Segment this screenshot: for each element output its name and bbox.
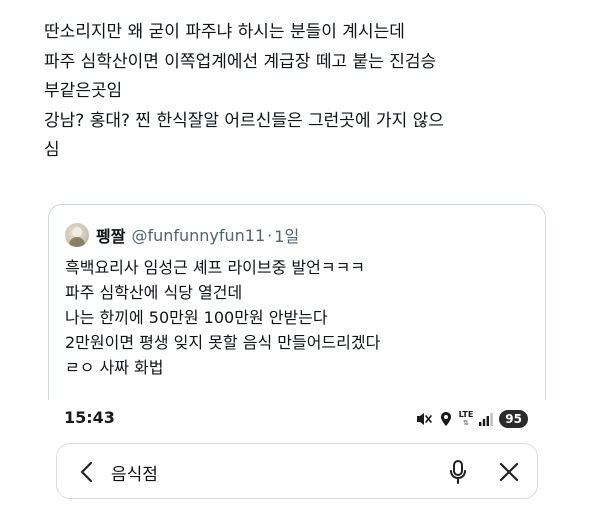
tweet-line: 부같은곳임 [44,81,123,102]
screen: 딴소리지만 왜 굳이 파주냐 하시는 분들이 계시는데 파주 심학산이면 이쪽업… [0,0,600,510]
voice-search-button[interactable] [442,456,474,488]
quoted-tweet-time[interactable]: 1일 [274,223,299,247]
quoted-tweet-line: 2만원이면 평생 잊지 못할 음식 만들어드리겠다 [65,333,381,352]
mute-icon [415,411,433,427]
status-time: 15:43 [64,408,115,427]
network-type: LTE [458,410,474,419]
quoted-tweet-line: 나는 한끼에 50만원 100만원 안받는다 [65,308,328,327]
back-arrow-icon [80,461,93,483]
battery-icon: 95 [499,410,528,428]
quoted-tweet-header: 펭짤 @funfunnyfun11 · 1일 [65,221,299,249]
signal-icon [479,412,494,426]
location-icon [439,411,453,427]
tweet-text: 딴소리지만 왜 굳이 파주냐 하시는 분들이 계시는데 파주 심학산이면 이쪽업… [44,18,584,166]
quoted-tweet-card[interactable]: 펭짤 @funfunnyfun11 · 1일 흑백요리사 임성근 셰프 라이브중… [48,204,546,414]
quoted-tweet-text: 흑백요리사 임성근 셰프 라이브중 발언ㅋㅋㅋ 파주 심학산에 식당 열건데 나… [65,255,535,380]
clear-search-button[interactable] [493,456,525,488]
tweet-line: 강남? 홍대? 찐 한식잘알 어르신들은 그런곳에 가지 않으 [44,110,444,131]
quoted-tweet-line: 흑백요리사 임성근 셰프 라이브중 발언ㅋㅋㅋ [65,258,366,277]
lte-icon: LTE ⇅ [458,410,474,428]
separator-dot: · [267,225,273,245]
microphone-icon [450,460,466,484]
avatar[interactable] [65,223,89,247]
tweet-line: 딴소리지만 왜 굳이 파주냐 하시는 분들이 계시는데 [44,22,405,42]
quoted-tweet-line: 파주 심학산에 식당 열건데 [65,283,243,302]
close-icon [499,462,519,482]
quoted-author-handle[interactable]: @funfunnyfun11 [131,226,265,245]
search-bar [56,443,538,499]
quoted-tweet-line: ㄹㅇ 사짜 화법 [65,358,164,377]
status-bar: 15:43 LTE ⇅ 95 [0,400,600,436]
tweet-line: 심 [44,140,60,161]
status-icons: LTE ⇅ 95 [415,408,528,430]
tweet-line: 파주 심학산이면 이쪽업계에선 계급장 떼고 붙는 진검승 [44,51,437,72]
quoted-author-name[interactable]: 펭짤 [96,223,125,247]
search-input[interactable] [111,456,411,488]
back-button[interactable] [71,456,103,488]
